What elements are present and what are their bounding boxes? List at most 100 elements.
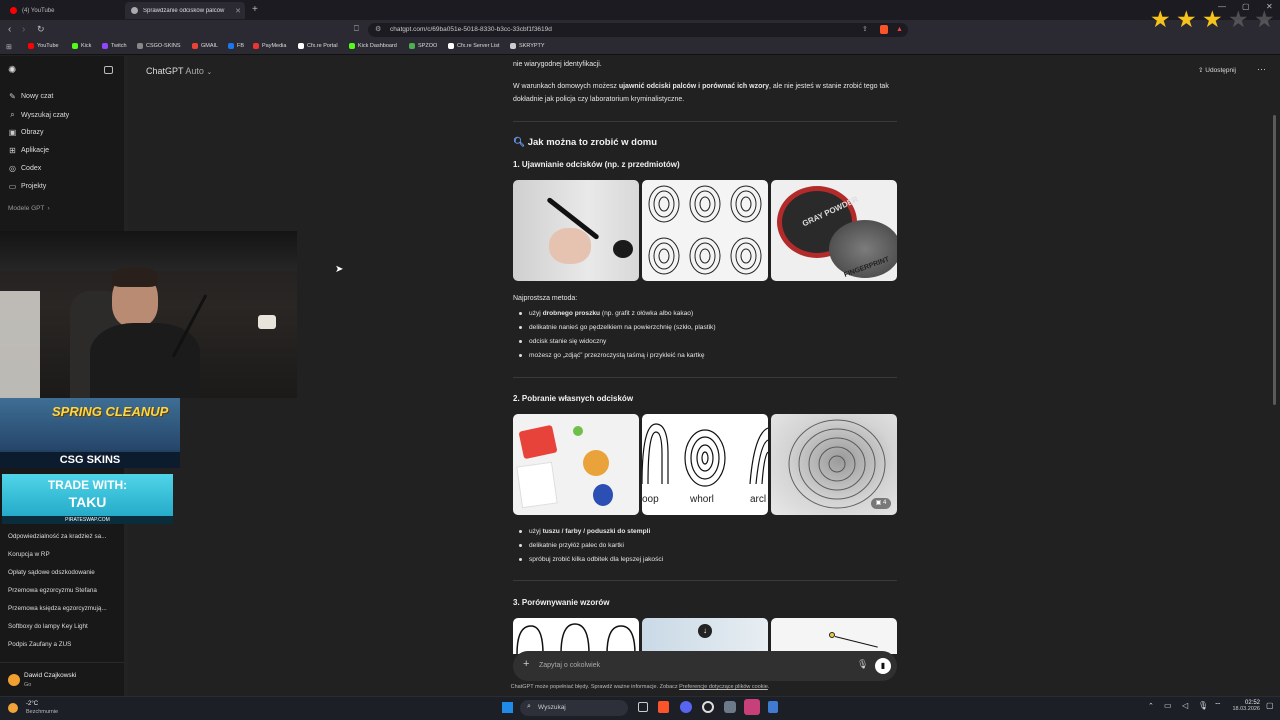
plus-icon[interactable]: + xyxy=(523,658,529,670)
main-scrollbar[interactable] xyxy=(1273,115,1276,405)
bookmark-csgo-skins[interactable]: CSGO-SKINS xyxy=(137,43,181,49)
image-gray-powder-jar[interactable]: GRAY POWDER FINGERPRINT xyxy=(771,180,897,281)
new-tab-button[interactable]: + xyxy=(252,4,258,15)
user-profile[interactable]: Dawid Czajkowski Go xyxy=(0,662,128,696)
webcam-overlay xyxy=(0,231,297,398)
tab-chatgpt[interactable]: Sprawdzanie odcisków palców ✕ xyxy=(125,2,245,19)
share-button[interactable]: ⇪ Udostępnij xyxy=(1198,66,1236,74)
back-icon[interactable]: ‹ xyxy=(8,24,11,35)
sidebar-item-search[interactable]: ⌕ Wyszukaj czaty xyxy=(8,110,69,120)
clock[interactable]: 02:52 18.03.2026 xyxy=(1232,700,1260,712)
chevron-up-icon[interactable]: ⌃ xyxy=(1148,702,1154,710)
chat-item[interactable]: Przemowa egzorcyzmu Stefana xyxy=(8,587,97,594)
chrome-icon[interactable] xyxy=(702,701,714,713)
divider xyxy=(513,580,897,581)
download-icon[interactable]: ↓ xyxy=(698,624,712,638)
brave-shield-icon[interactable] xyxy=(880,25,888,34)
bookmark-label: YouTube xyxy=(37,43,59,49)
bookmark-spzoo[interactable]: SPZOO xyxy=(409,43,437,49)
discord-icon[interactable] xyxy=(680,701,692,713)
image-pattern-comparison-2[interactable]: ↓ xyxy=(642,618,768,654)
bookmark-cfx-portal[interactable]: Cfx.re Portal xyxy=(298,43,338,49)
task-view-icon[interactable] xyxy=(638,702,648,712)
bookmark-twitch[interactable]: Twitch xyxy=(102,43,127,49)
reload-icon[interactable]: ↻ xyxy=(37,24,45,35)
openai-logo-icon[interactable]: ✺ xyxy=(8,65,16,76)
message-composer[interactable]: + Zapytaj o cokolwiek 🎙︎ ▮ xyxy=(513,651,897,681)
bookmark-skrypty[interactable]: SKRYPTY xyxy=(510,43,545,49)
kick-icon xyxy=(349,43,355,49)
date: 18.03.2026 xyxy=(1232,706,1260,712)
sidebar-item-projects[interactable]: ▭ Projekty xyxy=(8,182,47,191)
image-fingerprint-samples[interactable] xyxy=(642,180,768,281)
disclaimer-text: ChatGPT może popełniać błędy. Sprawdź wa… xyxy=(510,684,680,690)
bookmark-cfx-server-list[interactable]: Cfx.re Server List xyxy=(448,43,499,49)
microphone-icon[interactable]: 🎙︎ xyxy=(857,659,868,670)
bookmark-kick-dashboard[interactable]: Kick Dashboard xyxy=(349,43,397,49)
step1-heading: 1. Ujawnianie odcisków (np. z przedmiotó… xyxy=(513,160,680,169)
bookmark-gmail[interactable]: GMAIL xyxy=(192,43,218,49)
network-icon[interactable]: ▭ xyxy=(1164,701,1172,710)
search-icon: ⌕ xyxy=(527,703,531,710)
bookmark-label: Cfx.re Server List xyxy=(457,43,500,49)
apps-grid-icon[interactable]: ⊞ xyxy=(6,43,12,51)
image-pattern-comparison-3[interactable] xyxy=(771,618,897,654)
rewards-icon[interactable]: ▲ xyxy=(896,23,903,37)
url-field[interactable]: ⚙ chatgpt.com/c/69ba051e-5018-8330-b3cc-… xyxy=(368,23,908,37)
more-options-icon[interactable]: ⋯ xyxy=(1257,64,1266,75)
close-tab-icon[interactable]: ✕ xyxy=(235,7,241,15)
mic-tray-icon[interactable]: 🎙︎ xyxy=(1198,701,1208,710)
image-fingerprint-types[interactable]: oop whorl arcl xyxy=(642,414,768,515)
sidebar-item-images[interactable]: ▣ Obrazy xyxy=(8,128,44,137)
image-pattern-comparison-1[interactable] xyxy=(513,618,639,654)
chat-item[interactable]: Korupcja w RP xyxy=(8,551,50,558)
obs-active-app-icon[interactable] xyxy=(744,699,760,715)
document-app-icon[interactable] xyxy=(768,701,778,713)
browser-tab-bar: (4) YouTube Sprawdzanie odcisków palców … xyxy=(0,0,1280,20)
bookmark-youtube[interactable]: YouTube xyxy=(28,43,59,49)
site-info-icon[interactable]: ⚙ xyxy=(375,23,381,37)
image-birthday-card[interactable] xyxy=(513,414,639,515)
arches-graphic xyxy=(516,623,636,654)
more-images-badge[interactable]: ▣ 4 xyxy=(871,498,891,509)
notifications-icon[interactable]: ▢ xyxy=(1266,701,1274,710)
sidebar-section-gpt-models[interactable]: Modele GPT › xyxy=(8,205,50,212)
share-url-icon[interactable]: ⇪ xyxy=(862,23,868,37)
voice-mode-icon[interactable]: ▮ xyxy=(875,658,891,674)
chat-item[interactable]: Odpowiedzialność za kradzież sa... xyxy=(8,533,106,540)
taskbar-search[interactable]: ⌕ Wyszukaj xyxy=(520,700,628,716)
model-selector[interactable]: ChatGPT Auto ⌄ xyxy=(146,66,212,76)
bold-text: tuszu / farby / poduszki do stempli xyxy=(542,528,651,535)
bookmark-fb[interactable]: FB xyxy=(228,43,244,49)
chat-item[interactable]: Opłaty sądowe odszkodowanie xyxy=(8,569,95,576)
chevron-right-icon: › xyxy=(47,205,50,212)
chat-item[interactable]: Podpis Zaufany a ZUS xyxy=(8,641,71,648)
wifi-icon[interactable]: ⌔ xyxy=(1214,701,1222,711)
cookie-preferences-link[interactable]: Preferencje dotyczące plików cookie xyxy=(679,684,768,690)
chat-item[interactable]: Przemowa księdza egzorcyzmują... xyxy=(8,605,107,612)
bookmark-icon[interactable]: ⎕ xyxy=(354,24,359,34)
toggle-sidebar-icon[interactable] xyxy=(104,66,113,74)
volume-icon[interactable]: ◁ xyxy=(1182,701,1188,710)
sidebar-item-apps[interactable]: ⊞ Aplikacje xyxy=(8,146,49,155)
text: W warunkach domowych możesz xyxy=(513,83,619,90)
image-brush-dusting[interactable] xyxy=(513,180,639,281)
sidebar-item-new-chat[interactable]: ✎ Nowy czat xyxy=(8,92,53,101)
codex-icon: ◎ xyxy=(9,164,16,173)
promo-pirateswap: TRADE WITH: TAKU PIRATESWAP.COM xyxy=(2,474,173,524)
forward-icon[interactable]: › xyxy=(22,24,25,35)
marker-line xyxy=(834,636,878,648)
chat-item[interactable]: Softboxy do lampy Key Light xyxy=(8,623,88,630)
image-fingerprint-closeup[interactable]: ▣ 4 xyxy=(771,414,897,515)
sidebar-item-label: Codex xyxy=(21,165,42,172)
windows-start-icon[interactable] xyxy=(502,702,513,713)
bookmark-kick[interactable]: Kick xyxy=(72,43,91,49)
settings-icon[interactable] xyxy=(724,701,736,713)
tab-youtube[interactable]: (4) YouTube xyxy=(4,2,122,19)
text: użyj xyxy=(529,528,543,535)
mouse-cursor-icon: ➤ xyxy=(335,264,344,275)
sidebar-item-codex[interactable]: ◎ Codex xyxy=(8,164,41,173)
divider xyxy=(513,121,897,122)
bookmark-paymedia[interactable]: PayMedia xyxy=(253,43,286,49)
brave-browser-icon[interactable] xyxy=(658,701,669,713)
